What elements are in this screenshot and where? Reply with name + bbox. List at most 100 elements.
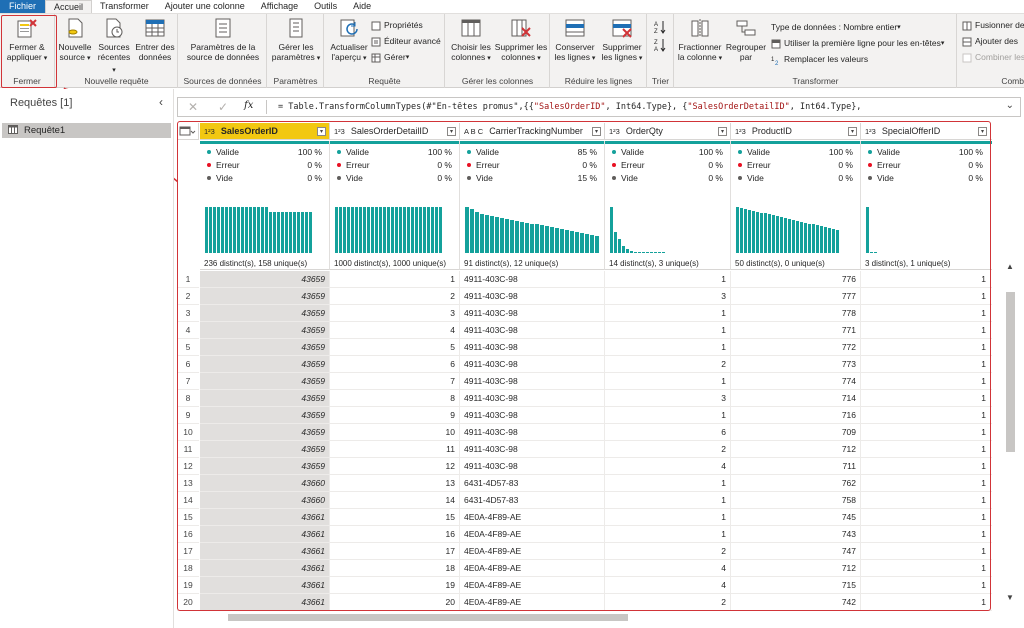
table-cell[interactable]: 874 — [991, 492, 992, 509]
table-cell[interactable]: 714 — [991, 543, 992, 560]
table-cell[interactable]: 4911-403C-98 — [460, 441, 605, 458]
table-cell[interactable]: 4 — [605, 458, 731, 475]
table-cell[interactable]: 203 — [991, 339, 992, 356]
table-cell[interactable]: 2 — [605, 441, 731, 458]
table-cell[interactable]: 15 — [330, 509, 460, 526]
table-cell[interactable]: 1 — [861, 356, 991, 373]
table-cell[interactable]: 716 — [731, 407, 861, 424]
table-cell[interactable]: 4911-403C-98 — [460, 322, 605, 339]
column-header[interactable]: 1²3 OrderQty ▾ — [605, 123, 731, 140]
table-cell[interactable]: 4911-403C-98 — [460, 407, 605, 424]
row-number[interactable]: 13 — [177, 475, 199, 492]
column-distribution-histogram[interactable] — [866, 205, 985, 253]
table-cell[interactable]: 1 — [861, 475, 991, 492]
table-cell[interactable]: 203 — [991, 322, 992, 339]
query-item-requete1[interactable]: Requête1 — [2, 123, 171, 138]
table-cell[interactable]: 43661 — [200, 577, 330, 594]
sort-ascending-button[interactable]: AZ — [654, 20, 666, 37]
column-header[interactable]: 1²3 SalesOrderID ▾ — [200, 123, 330, 140]
scroll-down-icon[interactable]: ▼ — [1006, 593, 1014, 602]
commit-formula-icon[interactable]: ✓ — [218, 100, 228, 114]
table-cell[interactable]: 202 — [991, 305, 992, 322]
append-queries-button[interactable]: Ajouter des — [962, 36, 1018, 47]
table-cell[interactable]: 742 — [731, 594, 861, 611]
column-filter-dropdown-icon[interactable]: ▾ — [317, 127, 326, 136]
table-cell[interactable]: 1 — [861, 305, 991, 322]
table-cell[interactable]: 16 — [330, 526, 460, 543]
tab-ajouter-colonne[interactable]: Ajouter une colonne — [157, 0, 253, 13]
tab-affichage[interactable]: Affichage — [253, 0, 306, 13]
table-cell[interactable]: 1 — [861, 322, 991, 339]
collapse-pane-icon[interactable]: ‹ — [159, 95, 163, 109]
row-number[interactable]: 9 — [177, 407, 199, 424]
table-cell[interactable]: 1 — [861, 373, 991, 390]
scroll-up-icon[interactable]: ▲ — [1006, 262, 1014, 271]
advanced-editor-button[interactable]: Éditeur avancé — [371, 36, 441, 47]
column-filter-dropdown-icon[interactable]: ▾ — [978, 127, 987, 136]
table-cell[interactable]: 1 — [605, 492, 731, 509]
column-distribution-histogram[interactable] — [335, 205, 454, 253]
table-cell[interactable]: 1 — [861, 577, 991, 594]
column-type-icon[interactable]: 1²3 — [204, 127, 215, 136]
expand-formula-icon[interactable]: ⌄ — [1006, 100, 1014, 111]
formula-input[interactable]: = Table.TransformColumnTypes(#"En-têtes … — [278, 102, 998, 112]
table-cell[interactable]: 7 — [330, 373, 460, 390]
column-filter-dropdown-icon[interactable]: ▾ — [848, 127, 857, 136]
table-cell[interactable]: 19 — [330, 577, 460, 594]
manage-button[interactable]: Gérer — [371, 52, 409, 63]
table-cell[interactable]: 4E0A-4F89-AE — [460, 577, 605, 594]
merge-queries-button[interactable]: Fusionner de — [962, 20, 1024, 31]
table-cell[interactable]: 20. — [991, 458, 992, 475]
row-number[interactable]: 20 — [177, 594, 199, 611]
column-header[interactable]: A B C CarrierTrackingNumber ▾ — [460, 123, 605, 140]
table-cell[interactable]: 43661 — [200, 543, 330, 560]
column-type-icon[interactable]: 1²3 — [609, 127, 620, 136]
table-cell[interactable]: 778 — [731, 305, 861, 322]
split-column-button[interactable]: Fractionner la colonne — [677, 17, 723, 64]
table-cell[interactable]: 1 — [330, 271, 460, 288]
table-cell[interactable]: 28. — [991, 407, 992, 424]
horizontal-scrollbar[interactable] — [178, 612, 1008, 622]
table-cell[interactable]: 4911-403C-98 — [460, 271, 605, 288]
table-cell[interactable]: 4911-403C-98 — [460, 288, 605, 305]
row-number[interactable]: 1 — [177, 271, 199, 288]
enter-data-button[interactable]: Entrer des données — [135, 17, 175, 62]
table-cell[interactable]: 2 — [605, 594, 731, 611]
row-number[interactable]: 15 — [177, 509, 199, 526]
table-cell[interactable]: 1 — [861, 543, 991, 560]
remove-columns-button[interactable]: Supprimer les colonnes — [494, 17, 548, 64]
table-cell[interactable]: 419 — [991, 475, 992, 492]
column-type-icon[interactable]: 1²3 — [865, 127, 876, 136]
table-cell[interactable]: 715 — [731, 577, 861, 594]
table-cell[interactable]: 43659 — [200, 390, 330, 407]
properties-button[interactable]: Propriétés — [371, 20, 423, 31]
table-cell[interactable]: 4911-403C-98 — [460, 356, 605, 373]
table-cell[interactable]: 711 — [731, 458, 861, 475]
table-cell[interactable]: 1 — [861, 441, 991, 458]
table-cell[interactable]: 774 — [731, 373, 861, 390]
table-cell[interactable]: 5 — [330, 339, 460, 356]
table-cell[interactable]: 4 — [330, 322, 460, 339]
table-cell[interactable]: 4E0A-4F89-AE — [460, 594, 605, 611]
table-cell[interactable]: 5.7 — [991, 424, 992, 441]
table-cell[interactable]: 43660 — [200, 492, 330, 509]
table-cell[interactable]: 777 — [731, 288, 861, 305]
table-cell[interactable]: 709 — [731, 424, 861, 441]
table-cell[interactable]: 6 — [605, 424, 731, 441]
table-cell[interactable]: 4E0A-4F89-AE — [460, 509, 605, 526]
table-cell[interactable]: 1 — [861, 458, 991, 475]
table-cell[interactable]: 203 — [991, 373, 992, 390]
table-cell[interactable]: 3 — [330, 305, 460, 322]
table-cell[interactable]: 8 — [330, 390, 460, 407]
table-cell[interactable]: 714 — [731, 390, 861, 407]
table-cell[interactable]: 43659 — [200, 271, 330, 288]
data-source-settings-button[interactable]: Paramètres de la source de données — [183, 17, 263, 62]
column-header[interactable]: 1²3 SalesOrderDetailID ▾ — [330, 123, 460, 140]
table-cell[interactable]: 43659 — [200, 424, 330, 441]
table-cell[interactable]: 5.1 — [991, 441, 992, 458]
row-number[interactable]: 4 — [177, 322, 199, 339]
table-cell[interactable]: 43659 — [200, 322, 330, 339]
cancel-formula-icon[interactable]: ✕ — [188, 100, 198, 114]
table-cell[interactable]: 747 — [731, 543, 861, 560]
tab-fichier[interactable]: Fichier — [0, 0, 46, 13]
